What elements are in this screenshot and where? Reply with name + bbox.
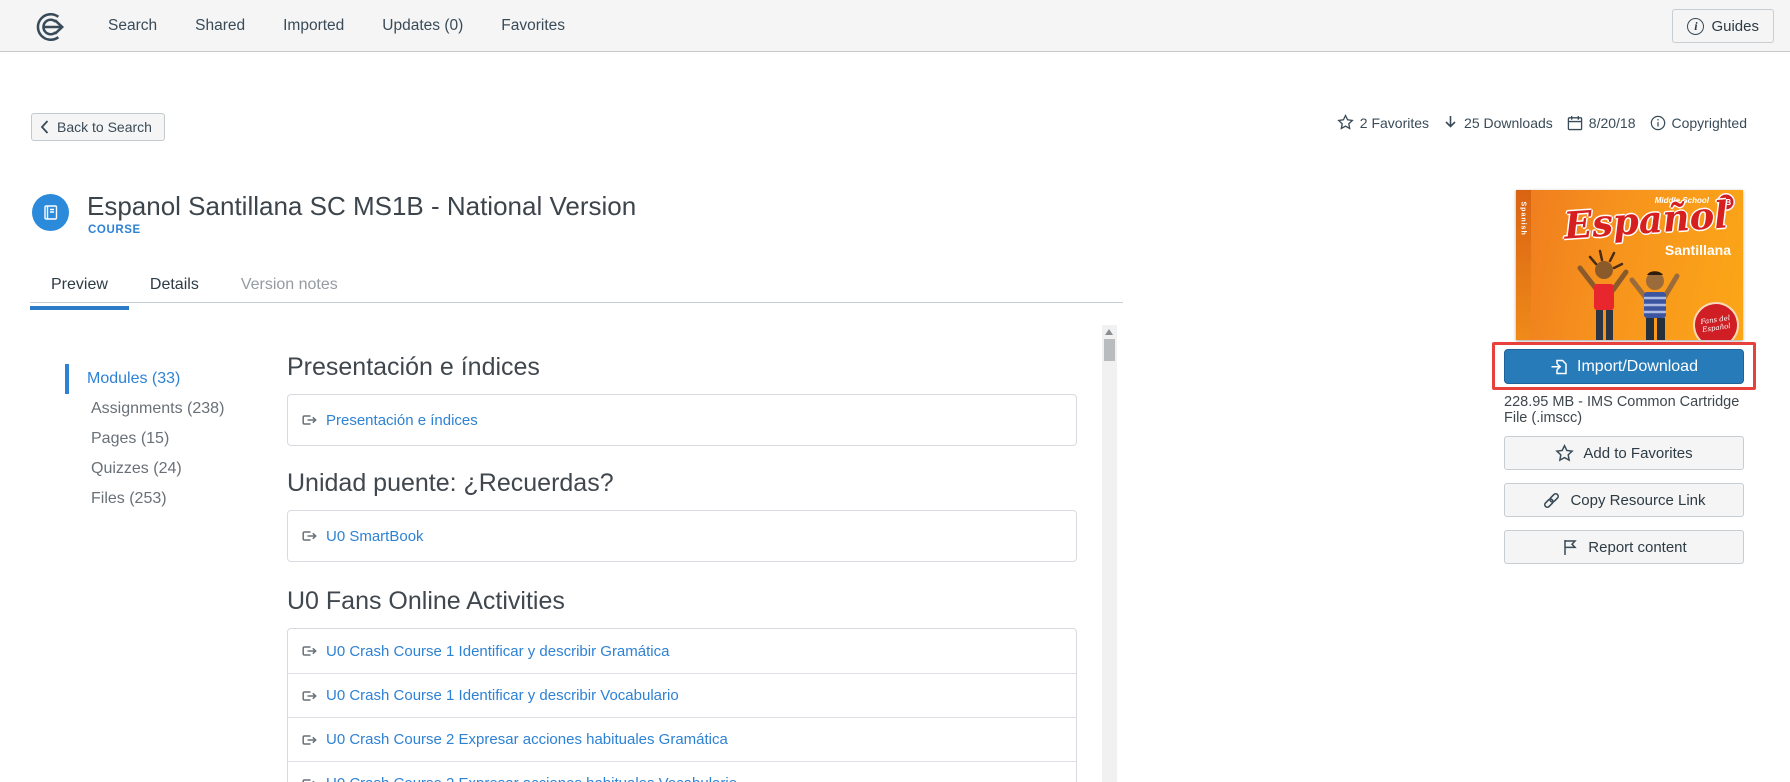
sidebar-item-modules[interactable]: Modules (33) (65, 364, 265, 394)
scroll-up-icon[interactable] (1105, 329, 1113, 335)
module-item-icon (300, 528, 318, 545)
module-section: Presentación e índices Presentación e ín… (287, 352, 1077, 446)
module-item-link[interactable]: U0 Crash Course 2 Expresar acciones habi… (326, 775, 737, 782)
nav-item-shared[interactable]: Shared (195, 17, 245, 35)
chevron-left-icon (40, 120, 49, 134)
cover-title: Español (1555, 192, 1738, 248)
import-label: Import/Download (1577, 358, 1698, 376)
module-item-link[interactable]: Presentación e índices (326, 412, 478, 429)
top-navbar: Search Shared Imported Updates (0) Favor… (0, 0, 1790, 52)
resource-stats: 2 Favorites 25 Downloads 8/20/18 Copyrig… (1337, 114, 1747, 131)
module-item-link[interactable]: U0 Crash Course 1 Identificar y describi… (326, 643, 669, 660)
add-favorites-label: Add to Favorites (1583, 445, 1692, 462)
sidebar-item-quizzes[interactable]: Quizzes (24) (65, 454, 265, 484)
module-item-list: Presentación e índices (287, 394, 1077, 446)
module-item-icon (300, 643, 318, 660)
module-item-icon (300, 687, 318, 704)
back-label: Back to Search (57, 119, 152, 135)
module-item-row: U0 Crash Course 2 Expresar acciones habi… (288, 717, 1076, 761)
module-section: U0 Fans Online Activities U0 Crash Cours… (287, 586, 1077, 782)
star-icon (1337, 114, 1354, 131)
favorites-count: 2 Favorites (1360, 115, 1429, 131)
page-title: Espanol Santillana SC MS1B - National Ve… (87, 190, 636, 222)
book-icon (41, 203, 60, 222)
downloads-count: 25 Downloads (1464, 115, 1553, 131)
import-icon (1550, 358, 1568, 376)
copy-resource-link-button[interactable]: Copy Resource Link (1504, 483, 1744, 517)
cover-spine-text: Spanish (1520, 202, 1527, 242)
nav-item-updates[interactable]: Updates (0) (382, 17, 463, 35)
favorites-stat: 2 Favorites (1337, 114, 1429, 131)
commons-logo-icon[interactable] (32, 10, 66, 44)
section-heading: Unidad puente: ¿Recuerdas? (287, 468, 1077, 498)
module-item-icon (300, 412, 318, 429)
cover-people-illustration (1564, 248, 1694, 340)
module-item-link[interactable]: U0 SmartBook (326, 528, 424, 545)
module-item-link[interactable]: U0 Crash Course 2 Expresar acciones habi… (326, 731, 728, 748)
commons-page: Search Shared Imported Updates (0) Favor… (0, 0, 1790, 782)
report-content-button[interactable]: Report content (1504, 530, 1744, 564)
sidebar-item-pages[interactable]: Pages (15) (65, 424, 265, 454)
cover-subtitle: Santillana (1665, 242, 1731, 258)
sidebar-item-assignments[interactable]: Assignments (238) (65, 394, 265, 424)
primary-nav: Search Shared Imported Updates (0) Favor… (108, 0, 565, 52)
nav-item-search[interactable]: Search (108, 17, 157, 35)
date-stat: 8/20/18 (1567, 115, 1636, 131)
module-item-row: U0 Crash Course 1 Identificar y describi… (288, 629, 1076, 673)
link-icon (1542, 491, 1561, 510)
add-to-favorites-button[interactable]: Add to Favorites (1504, 436, 1744, 470)
report-content-label: Report content (1588, 539, 1686, 556)
module-item-icon (300, 731, 318, 748)
license-label: Copyrighted (1672, 115, 1748, 131)
module-item-link[interactable]: U0 Crash Course 1 Identificar y describi… (326, 687, 679, 704)
resource-type-label: COURSE (88, 224, 141, 236)
cover-spine: Spanish (1516, 190, 1531, 340)
section-heading: U0 Fans Online Activities (287, 586, 1077, 616)
flag-icon (1561, 538, 1579, 556)
calendar-icon (1567, 115, 1583, 131)
nav-item-favorites[interactable]: Favorites (501, 17, 565, 35)
guides-button[interactable]: i Guides (1672, 9, 1774, 43)
module-item-row: U0 Crash Course 2 Expresar acciones habi… (288, 761, 1076, 782)
nav-item-imported[interactable]: Imported (283, 17, 344, 35)
preview-sidebar: Modules (33) Assignments (238) Pages (15… (65, 364, 265, 514)
module-item-row: U0 SmartBook (288, 511, 1076, 561)
info-icon: i (1687, 18, 1704, 35)
sidebar-item-files[interactable]: Files (253) (65, 484, 265, 514)
module-section: Unidad puente: ¿Recuerdas? U0 SmartBook (287, 468, 1077, 562)
module-item-row: U0 Crash Course 1 Identificar y describi… (288, 673, 1076, 717)
import-download-button[interactable]: Import/Download (1504, 349, 1744, 384)
module-item-list: U0 SmartBook (287, 510, 1077, 562)
module-item-icon (300, 775, 318, 782)
course-cover-image: Spanish Middle School 1B Español Santill… (1516, 190, 1743, 340)
download-icon (1443, 115, 1458, 131)
license-stat: Copyrighted (1650, 115, 1748, 131)
module-item-row: Presentación e índices (288, 395, 1076, 445)
update-date: 8/20/18 (1589, 115, 1636, 131)
file-info-text: 228.95 MB - IMS Common Cartridge File (.… (1504, 394, 1758, 426)
preview-scrollbar[interactable] (1102, 325, 1117, 782)
tab-divider (30, 302, 1123, 303)
course-type-badge (32, 194, 69, 231)
downloads-stat: 25 Downloads (1443, 115, 1553, 131)
star-icon (1555, 444, 1574, 463)
scrollbar-thumb[interactable] (1104, 339, 1115, 361)
guides-label: Guides (1711, 18, 1759, 35)
module-item-list: U0 Crash Course 1 Identificar y describi… (287, 628, 1077, 782)
cover-corner-badge: Fans del Español (1690, 299, 1742, 340)
section-heading: Presentación e índices (287, 352, 1077, 382)
back-to-search-button[interactable]: Back to Search (31, 113, 165, 141)
copyright-icon (1650, 115, 1666, 131)
copy-link-label: Copy Resource Link (1570, 492, 1705, 509)
